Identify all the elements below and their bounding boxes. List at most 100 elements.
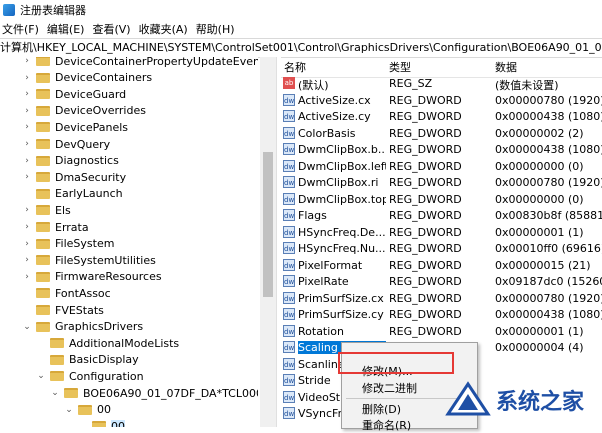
table-row[interactable]: dw Flags REG_DWORD 0x00830b8f (858817 <box>281 208 602 224</box>
chevron-down-icon[interactable]: ⌄ <box>64 405 74 415</box>
chevron-right-icon[interactable] <box>36 355 46 365</box>
folder-icon <box>36 222 50 232</box>
binary-value-icon: dw <box>283 192 295 205</box>
table-row[interactable]: dw PixelRate REG_DWORD 0x09187dc0 (152600 <box>281 274 602 290</box>
tree-item-label: Diagnostics <box>55 154 119 168</box>
table-row[interactable]: dw HSyncFreq.Nu... REG_DWORD 0x00010ff0 (69… <box>281 241 602 257</box>
chevron-right-icon[interactable]: › <box>22 255 32 265</box>
watermark: 系统之家 <box>444 380 602 418</box>
chevron-right-icon[interactable] <box>22 189 32 199</box>
chevron-right-icon[interactable]: › <box>22 239 32 249</box>
folder-icon <box>92 421 106 427</box>
chevron-right-icon[interactable]: › <box>22 122 32 132</box>
value-data: 0x00000438 (1080) <box>495 110 602 123</box>
header-name[interactable]: 名称 <box>284 59 306 75</box>
value-data: 0x00000780 (1920) <box>495 291 602 305</box>
folder-icon <box>36 89 50 100</box>
menu-edit[interactable]: 编辑(E) <box>45 21 91 37</box>
binary-value-icon: dw <box>283 357 295 370</box>
binary-value-icon: dw <box>283 159 295 172</box>
table-row[interactable]: dw PrimSurfSize.cy REG_DWORD 0x00000438 (10… <box>281 307 602 323</box>
table-row[interactable]: dw PixelFormat REG_DWORD 0x00000015 (21) <box>281 258 602 274</box>
value-data: 0x00000002 (2) <box>495 126 584 140</box>
chevron-right-icon[interactable] <box>78 421 88 427</box>
binary-value-icon: dw <box>283 390 295 403</box>
tree-scrollbar-thumb[interactable] <box>263 152 273 297</box>
tree-item-label: AdditionalModeLists <box>69 336 180 350</box>
value-name: DwmClipBox.ri <box>298 176 379 189</box>
value-type: REG_DWORD <box>389 192 462 206</box>
table-row[interactable]: ab (默认) REG_SZ (数值未设置) <box>281 76 602 92</box>
tree-item[interactable]: 00 <box>78 416 125 427</box>
menu-delete[interactable]: 删除(D) <box>362 401 401 417</box>
menu-help[interactable]: 帮助(H) <box>194 21 241 37</box>
header-type[interactable]: 类型 <box>389 59 411 75</box>
value-data: 0x00000438 (1080) <box>495 308 602 321</box>
chevron-right-icon[interactable] <box>22 305 32 315</box>
highlight-box <box>338 352 454 374</box>
menu-view[interactable]: 查看(V) <box>90 21 136 37</box>
chevron-right-icon[interactable] <box>22 288 32 298</box>
address-bar[interactable]: 计算机\HKEY_LOCAL_MACHINE\SYSTEM\ControlSet… <box>0 38 602 58</box>
tree-item-label: DeviceOverrides <box>55 104 146 118</box>
value-data: 0x00000001 (1) <box>495 225 584 239</box>
chevron-right-icon[interactable]: › <box>22 57 32 66</box>
tree-item-label: Els <box>55 203 71 217</box>
chevron-right-icon[interactable]: › <box>22 205 32 215</box>
table-row[interactable]: dw ActiveSize.cy REG_DWORD 0x00000438 (1080… <box>281 109 602 125</box>
menu-favorites[interactable]: 收藏夹(A) <box>137 21 194 37</box>
value-type: REG_DWORD <box>389 126 462 140</box>
menu-file[interactable]: 文件(F) <box>0 21 45 37</box>
binary-value-icon: dw <box>283 225 295 238</box>
folder-icon <box>36 255 50 266</box>
value-name: PixelRate <box>298 275 349 288</box>
folder-icon <box>36 172 50 183</box>
value-data: 0x09187dc0 (152600 <box>495 275 602 288</box>
tree-item-label: Errata <box>55 220 89 234</box>
table-row[interactable]: dw HSyncFreq.De... REG_DWORD 0x00000001 (1) <box>281 225 602 241</box>
table-row[interactable]: dw DwmClipBox.ri REG_DWORD 0x00000780 (1920… <box>281 175 602 191</box>
value-type: REG_DWORD <box>389 110 462 123</box>
value-type: REG_DWORD <box>389 159 462 173</box>
table-row[interactable]: dw ActiveSize.cx REG_DWORD 0x00000780 (1920… <box>281 93 602 109</box>
value-data: 0x00000000 (0) <box>495 159 584 173</box>
folder-icon <box>78 404 92 415</box>
table-row[interactable]: dw DwmClipBox.b... REG_DWORD 0x00000438 (10… <box>281 142 602 158</box>
string-value-icon: ab <box>283 77 295 89</box>
chevron-down-icon[interactable]: ⌄ <box>22 322 32 332</box>
chevron-right-icon[interactable]: › <box>22 172 32 182</box>
value-name: ActiveSize.cx <box>298 93 371 107</box>
binary-value-icon: dw <box>283 143 295 155</box>
menu-modify-binary[interactable]: 修改二进制 <box>362 380 417 396</box>
chevron-right-icon[interactable]: › <box>22 222 32 232</box>
chevron-right-icon[interactable]: › <box>22 156 32 166</box>
table-row[interactable]: dw PrimSurfSize.cx REG_DWORD 0x00000780 (19… <box>281 291 602 307</box>
value-data: 0x00000001 (1) <box>495 324 584 338</box>
table-row[interactable]: dw ColorBasis REG_DWORD 0x00000002 (2) <box>281 126 602 142</box>
folder-icon <box>36 188 50 199</box>
value-name: PrimSurfSize.cy <box>298 308 384 321</box>
menu-rename[interactable]: 重命名(R) <box>362 417 411 433</box>
chevron-right-icon[interactable]: › <box>22 73 32 83</box>
chevron-right-icon[interactable]: › <box>22 272 32 282</box>
value-type: REG_DWORD <box>389 242 462 255</box>
value-name: PrimSurfSize.cx <box>298 291 384 305</box>
chevron-right-icon[interactable] <box>36 338 46 348</box>
chevron-right-icon[interactable]: › <box>22 89 32 99</box>
tree-item-label: DeviceContainers <box>55 71 153 85</box>
folder-icon <box>36 271 50 282</box>
chevron-right-icon[interactable]: › <box>22 106 32 116</box>
chevron-down-icon[interactable]: ⌄ <box>36 371 46 381</box>
tree-item-label: DevQuery <box>55 137 111 151</box>
chevron-right-icon[interactable]: › <box>22 139 32 149</box>
chevron-down-icon[interactable]: ⌄ <box>50 388 60 398</box>
header-data[interactable]: 数据 <box>495 59 517 75</box>
tree-item-label: Configuration <box>69 369 144 383</box>
table-row[interactable]: dw DwmClipBox.top REG_DWORD 0x00000000 (0) <box>281 192 602 208</box>
table-row[interactable]: dw Rotation REG_DWORD 0x00000001 (1) <box>281 324 602 340</box>
folder-icon <box>36 305 50 315</box>
tree-scrollbar[interactable] <box>260 57 276 427</box>
value-data: 0x00000438 (1080) <box>495 143 602 156</box>
table-row[interactable]: dw DwmClipBox.left REG_DWORD 0x00000000 (0) <box>281 159 602 175</box>
tree-item-label: FileSystem <box>55 237 115 251</box>
